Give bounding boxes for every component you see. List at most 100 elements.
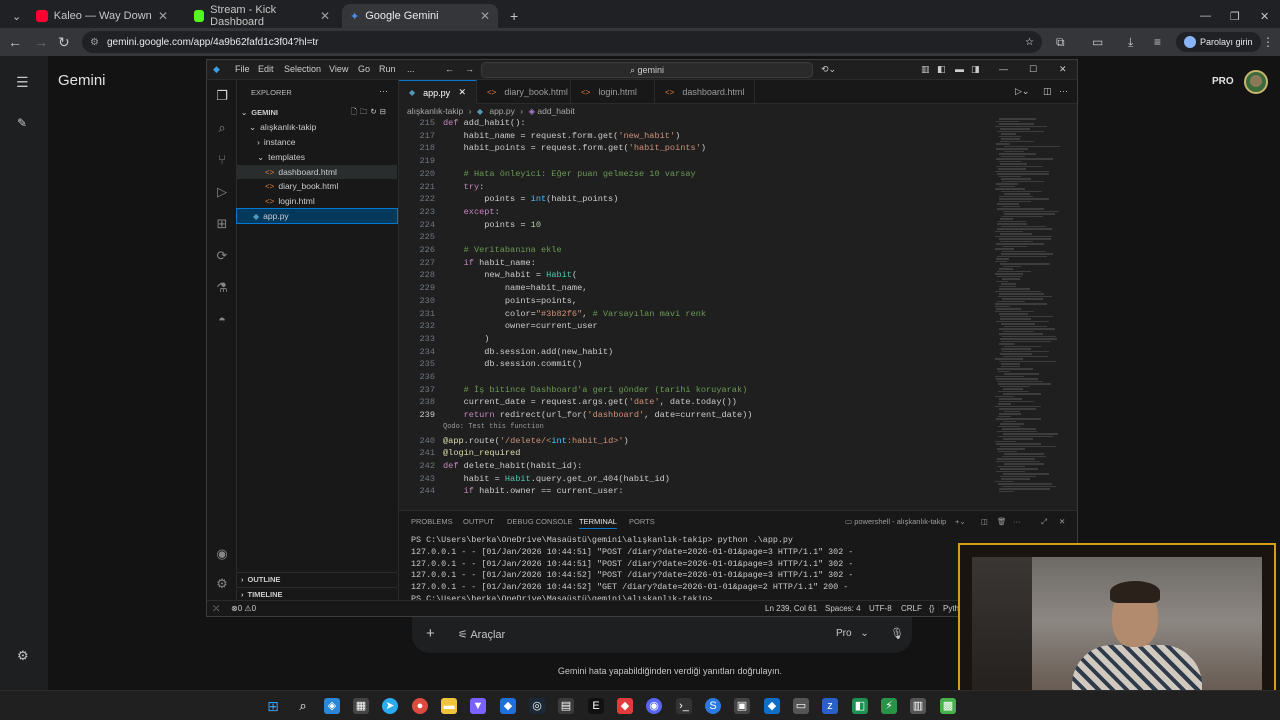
code-line[interactable]: # Veritabanına ekle [443,245,562,255]
extensions-icon[interactable]: ⧉ [1056,35,1065,50]
app-icon[interactable]: ▣ [734,698,750,714]
breadcrumb-file[interactable]: app.py [489,106,515,116]
close-icon[interactable]: ✕ [158,9,168,23]
extensions-icon[interactable]: ⊞ [214,216,230,232]
run-debug-icon[interactable]: ▷ [214,184,230,200]
panel-tab-debug-console[interactable]: DEBUG CONSOLE [507,517,572,526]
terminal-output[interactable]: PS C:\Users\berka\OneDrive\Masaüstü\gemi… [411,535,853,606]
chrome-icon[interactable]: ● [412,698,428,714]
workspace-root[interactable]: ⌄ GEMINI 🗋🗀↻⊟ [237,105,397,119]
back-icon[interactable]: ← [445,64,454,74]
code-line[interactable]: @login_required [443,448,520,458]
window-close-icon[interactable]: ✕ [1059,64,1067,75]
app-icon[interactable]: ▥ [910,698,926,714]
file-diary-book-html[interactable]: <> diary_book.html [237,179,397,193]
code-line[interactable]: name=habit_name, [443,283,588,293]
discord-icon[interactable]: ◉ [646,698,662,714]
indentation[interactable]: Spaces: 4 [825,604,861,613]
browser-tab-gemini[interactable]: ✦ Google Gemini ✕ [342,4,498,28]
code-line[interactable]: def add_habit(): [443,118,526,128]
close-panel-icon[interactable]: ✕ [1059,517,1065,526]
media-icon[interactable]: ≡ [1154,35,1161,49]
kill-terminal-icon[interactable]: 🗑 [997,517,1007,526]
cursor-position[interactable]: Ln 239, Col 61 [765,604,817,613]
file-explorer-icon[interactable]: ▬ [441,698,457,714]
more-actions-icon[interactable]: ··· [379,86,388,96]
language-mode-icon[interactable]: {} [929,604,934,613]
new-tab-button[interactable]: + [502,4,522,28]
testing-flask-icon[interactable]: ⚗ [214,280,230,296]
app-icon[interactable]: ▭ [793,698,809,714]
remote-explorer-icon[interactable]: ⟳ [214,248,230,264]
vpn-icon[interactable]: ▼ [470,698,486,714]
maximize-icon[interactable]: ☐ [1029,64,1037,75]
code-line[interactable]: color="#3b82f6", # Varsayılan mavi renk [443,309,706,319]
tools-button[interactable]: ⚟ Araçlar [458,628,505,641]
remote-indicator-icon[interactable]: ⤫ [213,604,219,614]
tab-search-button[interactable]: ⌄ [4,4,26,28]
menu-go[interactable]: Go [358,64,370,74]
minimap[interactable] [995,118,1071,508]
code-line[interactable]: points = int(habit_points) [443,194,618,204]
epic-games-icon[interactable]: E [588,698,604,714]
browser-tab-kick[interactable]: Stream - Kick Dashboard ✕ [186,4,338,28]
code-line[interactable]: @app.route('/delete/<int:habit_id>') [443,436,629,446]
timeline-section[interactable]: › TIMELINE [237,587,397,601]
hamburger-menu-icon[interactable]: ☰ [16,74,29,91]
new-chat-icon[interactable]: ✎ [17,116,27,130]
menu-file[interactable]: File [235,64,250,74]
gemini-prompt-bar[interactable]: + ⚟ Araçlar Pro ⌄ 🎙 [412,617,912,653]
panel-tab-ports[interactable]: PORTS [629,517,655,526]
app-icon[interactable]: ◧ [852,698,868,714]
forward-icon[interactable]: → [34,34,48,50]
code-line[interactable]: habit_name = request.form.get('new_habit… [443,131,681,141]
code-line[interactable]: current_date = request.args.get('date', … [443,397,737,407]
terminal-instance-selector[interactable]: ▭ powershell - alışkanlık-takip [845,517,946,526]
run-python-icon[interactable]: ▷⌄ [1015,86,1029,97]
more-actions-icon[interactable]: ··· [1059,86,1068,96]
manage-gear-icon[interactable]: ⚙ [214,576,230,592]
breadcrumb-symbol[interactable]: add_habit [537,106,574,116]
code-line[interactable]: db.session.add(new_habit) [443,347,613,357]
tab-dashboard-html[interactable]: <> dashboard.html [655,80,755,104]
site-info-icon[interactable]: ⚙ [90,37,99,48]
minimize-icon[interactable]: — [999,64,1008,74]
side-panel-icon[interactable]: ▭ [1092,35,1103,49]
settings-gear-icon[interactable]: ⚙ [17,648,29,664]
tab-login-html[interactable]: <> login.html [571,80,655,104]
close-icon[interactable]: ✕ [480,9,490,23]
windows-start-icon[interactable]: ⊞ [265,698,281,714]
problems-status[interactable]: ⊗0 ⚠0 [231,604,256,613]
code-line[interactable]: habit_points = request.form.get('habit_p… [443,143,706,153]
code-line[interactable]: points = 10 [443,220,541,230]
model-selector[interactable]: Pro ⌄ [836,628,869,639]
layout-panel-icon[interactable]: ▥ [921,64,930,75]
minimize-icon[interactable]: — [1192,4,1219,28]
tab-app-py[interactable]: ◆ app.py ✕ [399,80,477,104]
more-actions-icon[interactable]: ··· [1013,517,1021,526]
vscode-icon[interactable]: ◆ [764,698,780,714]
window-close-icon[interactable]: ✕ [1252,4,1277,28]
shield-icon[interactable]: ◆ [500,698,516,714]
close-icon[interactable]: ✕ [458,87,466,98]
folder-alışkanlık-takip[interactable]: ⌄ alışkanlık-takip [237,120,397,134]
code-line[interactable]: def delete_habit(habit_id): [443,461,582,471]
maximize-panel-icon[interactable]: ⤢ [1041,517,1047,527]
breadcrumb-folder[interactable]: alışkanlık-takip [407,106,463,116]
add-attachment-icon[interactable]: + [426,625,435,642]
download-icon[interactable]: ⤓ [1128,35,1133,50]
menu-selection[interactable]: Selection [284,64,321,74]
toggle-secondary-icon[interactable]: ◨ [971,64,980,75]
outline-section[interactable]: › OUTLINE [237,572,397,586]
new-terminal-icon[interactable]: +⌄ [955,517,966,526]
folder-instance[interactable]: › instance [237,135,397,149]
panel-tab-output[interactable]: OUTPUT [463,517,494,526]
explorer-actions-icon[interactable]: 🗋🗀↻⊟ [351,106,389,119]
search-icon[interactable]: ⌕ [214,120,230,136]
close-icon[interactable]: ✕ [320,9,330,23]
browser-tab-youtube[interactable]: Kaleo — Way Down We Go ✕ [28,4,176,28]
code-line[interactable]: if habit_name: [443,258,536,268]
menu-more[interactable]: ... [407,64,415,74]
terminal-icon[interactable]: ›_ [676,698,692,714]
code-line[interactable]: # Hata önleyici: Eğer puan gelmezse 10 v… [443,169,696,179]
